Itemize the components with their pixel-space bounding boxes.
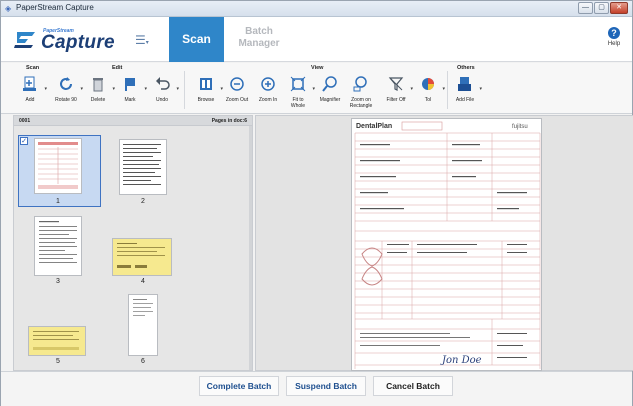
- batch-footer: Complete Batch Suspend Batch Cancel Batc…: [1, 371, 632, 406]
- page-preview-icon: [38, 142, 78, 189]
- page-preview-icon: [133, 299, 153, 316]
- undo-icon: [156, 77, 170, 90]
- close-button[interactable]: ✕: [610, 2, 628, 14]
- minimize-button[interactable]: —: [578, 2, 593, 14]
- page-preview-icon: [123, 144, 161, 185]
- color-wheel-icon: [422, 78, 434, 90]
- logo-mark-icon: [14, 32, 35, 48]
- magnifier-icon: [322, 76, 337, 92]
- app-header: PaperStream Capture ☰▾ Scan Batch Manage…: [1, 17, 632, 62]
- brand-name: Capture: [41, 32, 115, 53]
- window-title: PaperStream Capture: [16, 3, 94, 12]
- thumbnail-pane: 0001 Pages in doc:6 ✓ 1 2 3 4 5 6: [13, 115, 253, 371]
- zoom-out-icon: [230, 77, 244, 91]
- fit-to-whole-button[interactable]: ▾ Fit to Whole: [283, 75, 315, 109]
- thumbnail-number: 3: [56, 278, 60, 285]
- bookmark-icon: [125, 78, 135, 91]
- fit-icon: [290, 76, 306, 92]
- group-label-others: Others: [457, 65, 475, 71]
- document-viewer: DentalPlan fujitsu Jon Doe: [255, 115, 633, 371]
- doc-signature: Jon Doe: [440, 355, 482, 366]
- add-file-button[interactable]: ▾ Add File: [450, 75, 482, 103]
- claim-form-image: DentalPlan fujitsu Jon Doe: [354, 121, 541, 369]
- help-label: Help: [607, 41, 621, 47]
- zoom-in-icon: [261, 77, 275, 91]
- doc-company-name: DentalPlan: [356, 123, 392, 130]
- thumbnail-page[interactable]: [34, 138, 82, 194]
- browse-icon: [200, 78, 212, 90]
- suspend-batch-button[interactable]: Suspend Batch: [286, 376, 366, 396]
- thumbnail-page[interactable]: [119, 139, 167, 195]
- delete-button[interactable]: ▾ Delete: [83, 75, 115, 103]
- app-logo: PaperStream Capture: [13, 26, 123, 54]
- ribbon-separator: [184, 71, 185, 109]
- thumbnail-number: 2: [141, 198, 145, 205]
- tab-scan[interactable]: Scan: [169, 17, 224, 62]
- tab-batch-label-line2: Manager: [238, 38, 280, 49]
- trash-icon: [93, 78, 103, 92]
- cancel-batch-button[interactable]: Cancel Batch: [373, 376, 453, 396]
- maximize-button[interactable]: ▢: [594, 2, 609, 14]
- filter-icon: [388, 77, 404, 91]
- thumbnail-page[interactable]: [28, 326, 86, 356]
- rotate-icon: [60, 77, 72, 90]
- doc-vendor-logo: fujitsu: [512, 124, 528, 130]
- filter-button[interactable]: ▾ Filter Off: [381, 75, 413, 103]
- thumbnail-scrollbar[interactable]: [249, 126, 252, 370]
- title-bar: ◈ PaperStream Capture — ▢ ✕: [1, 1, 632, 17]
- page-preview-icon: [33, 331, 79, 350]
- selected-checkbox[interactable]: ✓: [20, 137, 28, 145]
- zoom-rectangle-icon: [353, 76, 367, 92]
- add-scan-icon: [23, 76, 36, 91]
- help-icon: ?: [608, 27, 620, 39]
- page-preview-icon: [39, 221, 77, 263]
- rotate-button[interactable]: ▾ Rotate 90: [51, 75, 83, 103]
- thumbnail-number: 1: [56, 198, 60, 205]
- tab-batch-manager[interactable]: Batch Manager: [224, 22, 294, 58]
- group-label-view: View: [311, 65, 324, 71]
- app-window: ◈ PaperStream Capture — ▢ ✕ PaperStream …: [0, 0, 633, 406]
- app-icon: ◈: [5, 4, 12, 13]
- thumbnail-pane-header: 0001 Pages in doc:6: [14, 116, 252, 126]
- document-id: 0001: [19, 118, 31, 124]
- thumbnail-number: 4: [141, 278, 145, 285]
- hamburger-menu-icon[interactable]: ☰▾: [135, 34, 155, 48]
- complete-batch-button[interactable]: Complete Batch: [199, 376, 279, 396]
- zoom-out-button[interactable]: Zoom Out: [222, 75, 252, 103]
- add-button[interactable]: ▾ Add: [15, 75, 47, 103]
- zoom-rectangle-button[interactable]: Zoom on Rectangle: [346, 75, 376, 109]
- group-label-edit: Edit: [112, 65, 123, 71]
- window-controls: — ▢ ✕: [578, 2, 628, 14]
- thumbnail-page[interactable]: [128, 294, 158, 356]
- toolbar-ribbon: Scan Edit View Others ▾ Add ▾ Rotate 90 …: [1, 63, 632, 114]
- group-label-scan: Scan: [26, 65, 40, 71]
- thumbnail-number: 5: [56, 358, 60, 365]
- page-preview-icon: [117, 243, 165, 268]
- color-tool-button[interactable]: ▾ Tol: [413, 75, 445, 103]
- page-count: Pages in doc:6: [211, 118, 247, 124]
- thumbnail-page[interactable]: [112, 238, 172, 276]
- tab-batch-label-line1: Batch: [245, 26, 273, 37]
- document-page[interactable]: DentalPlan fujitsu Jon Doe: [351, 118, 542, 371]
- add-file-icon: [458, 77, 471, 91]
- help-button[interactable]: ? Help: [602, 27, 626, 47]
- browse-button[interactable]: ▾ Browse: [191, 75, 223, 103]
- undo-button[interactable]: ▾ Undo: [147, 75, 179, 103]
- mark-button[interactable]: ▾ Mark: [115, 75, 147, 103]
- ribbon-separator: [447, 71, 448, 109]
- thumbnail-page[interactable]: [34, 216, 82, 276]
- zoom-in-button[interactable]: Zoom In: [253, 75, 283, 103]
- magnifier-button[interactable]: Magnifier: [315, 75, 345, 103]
- thumbnail-number: 6: [141, 358, 145, 365]
